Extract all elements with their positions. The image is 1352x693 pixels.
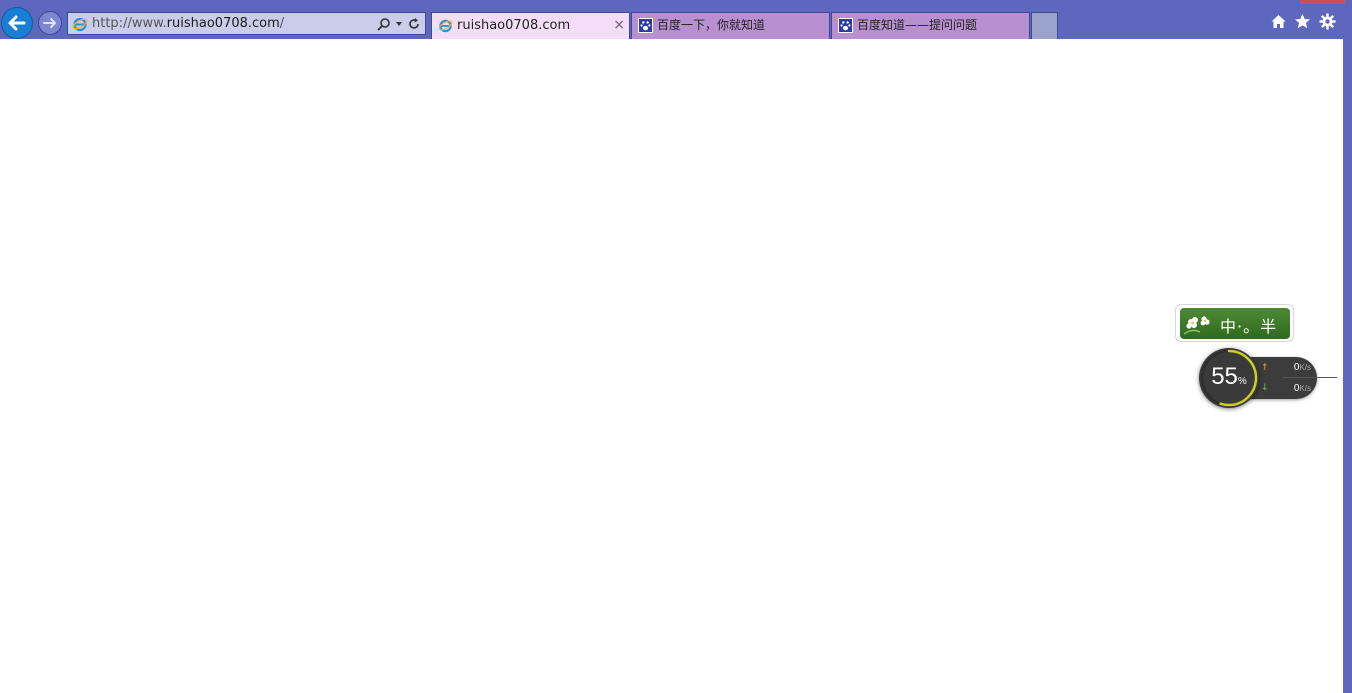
tab-baidu-search[interactable]: 百度一下，你就知道 — [631, 12, 830, 39]
ie-icon — [72, 17, 88, 32]
baidu-paw-icon — [838, 18, 853, 33]
usage-percent: 55% — [1199, 363, 1259, 391]
chevron-down-icon[interactable] — [395, 17, 403, 31]
url-text[interactable]: http://www.ruishao0708.com/ — [92, 16, 284, 31]
address-bar[interactable]: http://www.ruishao0708.com/ — [67, 12, 426, 35]
window-close-hint[interactable] — [1300, 0, 1345, 4]
usage-percent-value: 55 — [1211, 363, 1238, 390]
settings-gear-icon[interactable] — [1319, 13, 1336, 30]
upload-rate: 0K/s — [1294, 362, 1311, 373]
forward-button[interactable] — [38, 11, 62, 35]
upload-unit: K/s — [1299, 363, 1311, 372]
url-suffix: / — [279, 16, 285, 31]
search-icon[interactable] — [377, 17, 391, 31]
ime-bar: 中·。半简 — [1180, 308, 1290, 360]
network-speed-widget[interactable]: ↑ 0K/s ↓ 0K/s 55% — [1199, 348, 1337, 408]
upload-arrow-icon: ↑ — [1261, 363, 1269, 373]
tab-label: ruishao0708.com — [457, 18, 571, 33]
refresh-icon[interactable] — [407, 17, 421, 31]
url-prefix: http://www. — [92, 16, 167, 31]
arrow-right-icon — [43, 18, 56, 28]
speed-divider — [1283, 377, 1337, 378]
ie-icon — [438, 19, 453, 33]
flower-icon — [1183, 316, 1210, 335]
back-button[interactable] — [1, 7, 33, 39]
tab-ruishao[interactable]: ruishao0708.com × — [431, 12, 630, 39]
new-tab-button[interactable] — [1031, 12, 1058, 39]
usage-percent-symbol: % — [1237, 376, 1247, 387]
url-domain: ruishao0708.com — [166, 16, 280, 31]
window-right-border — [1343, 39, 1352, 693]
download-unit: K/s — [1299, 384, 1311, 393]
ime-status-widget[interactable]: 中·。半简 — [1175, 304, 1294, 360]
address-tools — [377, 15, 421, 33]
usage-gauge: 55% — [1199, 348, 1259, 408]
close-icon[interactable]: × — [613, 13, 625, 38]
download-rate: 0K/s — [1294, 383, 1311, 394]
download-arrow-icon: ↓ — [1261, 383, 1269, 393]
tab-baidu-zhidao[interactable]: 百度知道——提问问题 — [831, 12, 1030, 39]
favorites-star-icon[interactable] — [1294, 13, 1311, 30]
tab-label: 百度知道——提问问题 — [857, 18, 978, 32]
tab-label: 百度一下，你就知道 — [657, 18, 766, 32]
baidu-paw-icon — [638, 18, 653, 33]
arrow-left-icon — [8, 15, 26, 31]
home-icon[interactable] — [1270, 13, 1287, 30]
